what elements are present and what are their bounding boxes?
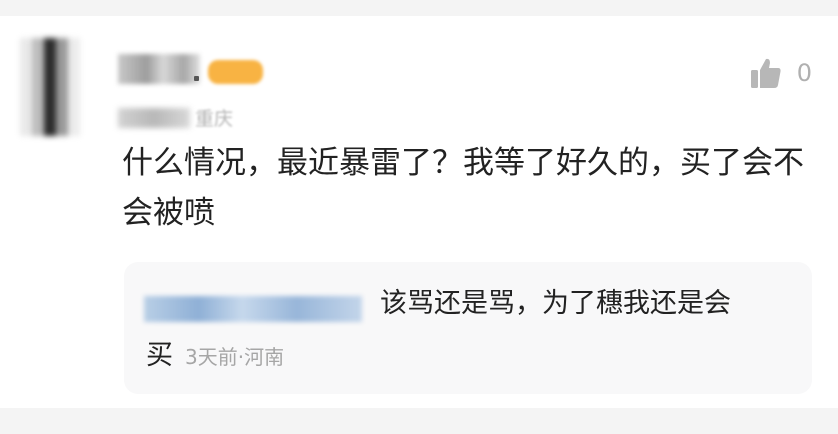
comment-text: 什么情况，最近暴雷了？我等了好久的，买了会不会被喷 — [122, 145, 804, 231]
reply-text-line1: 该骂还是骂，为了穗我还是会 — [380, 288, 731, 319]
thumbs-up-icon — [749, 56, 783, 90]
avatar[interactable] — [20, 38, 80, 136]
reply-text-line2: 买 — [146, 340, 173, 371]
reply-username-blurred[interactable] — [144, 296, 362, 322]
comment-card: 重庆 0 什么情况，最近暴雷了？我等了好久的，买了会不会被喷 该骂还是骂，为了穗… — [0, 16, 838, 408]
reply-meta: 3天前·河南 — [185, 345, 285, 369]
like-count: 0 — [796, 59, 812, 87]
username-blurred[interactable] — [118, 54, 200, 84]
name-dot — [194, 76, 199, 81]
reply-box[interactable]: 该骂还是骂，为了穗我还是会 买 3天前·河南 — [124, 262, 812, 394]
comment-date-blurred — [118, 108, 190, 128]
vip-badge — [208, 60, 263, 84]
reply-line2: 买 3天前·河南 — [146, 336, 284, 376]
comment-location: 重庆 — [195, 108, 234, 130]
like-button[interactable]: 0 — [749, 56, 812, 90]
